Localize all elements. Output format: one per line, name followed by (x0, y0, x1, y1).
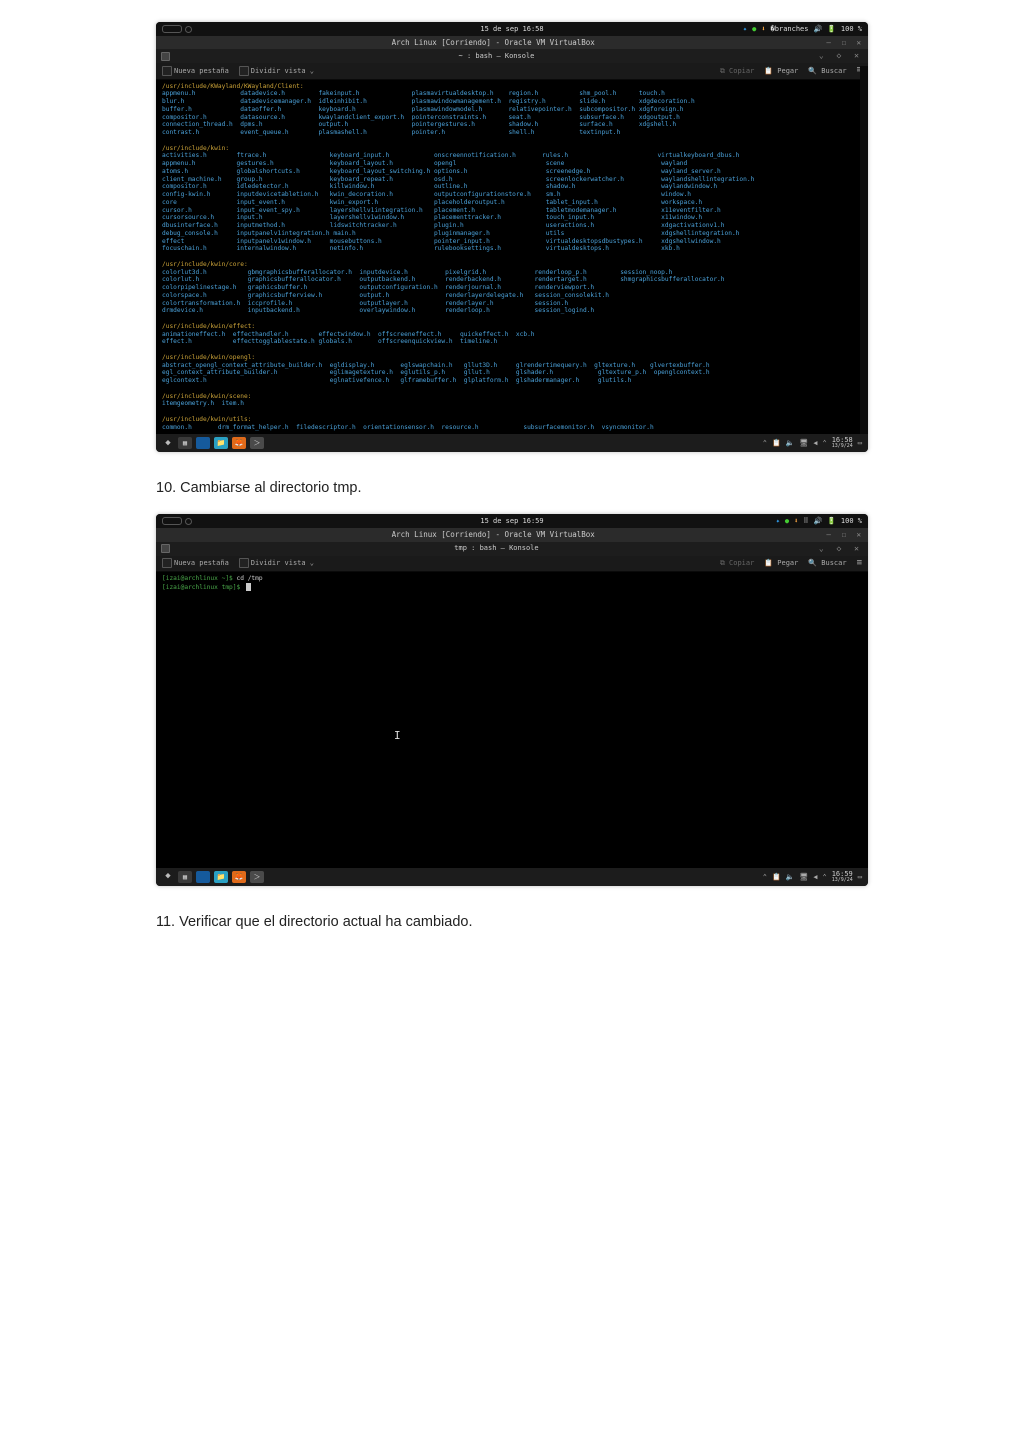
konsole-icon (161, 544, 170, 553)
copy-button[interactable]: ⧉ Copiar (720, 67, 755, 76)
paste-button[interactable]: 📋 Pegar (764, 559, 798, 568)
hamburger-icon[interactable]: ≡ (857, 558, 862, 569)
app-launcher-icon[interactable]: ◆ (162, 871, 174, 883)
panel-clock[interactable]: 15 de sep 16:59 (156, 517, 868, 526)
screenshot-cd-tmp: 15 de sep 16:59 ✦ ● ⬇ ⠿ 🔊 🔋 100 % Arch L… (156, 514, 868, 886)
konsole-toolbar: Nueva pestaña Dividir vista ⌄ ⧉ Copiar 📋… (156, 556, 868, 572)
app-launcher-icon[interactable]: ◆ (162, 437, 174, 449)
taskbar-clock[interactable]: 16:59 13/9/24 (832, 871, 853, 883)
vm-window-titlebar: Arch Linux [Corriendo] - Oracle VM Virtu… (156, 528, 868, 541)
kde-taskbar: ◆ ▦ 📁 🦊 ＞ ⌃ 📋 🔈 🖥 ◀ ⌃ 16:58 13/9/24 ▭ (156, 434, 868, 452)
terminal-scrollbar[interactable] (860, 66, 868, 434)
task-icon[interactable]: ▦ (178, 437, 192, 449)
show-desktop-icon[interactable]: ▭ (858, 873, 862, 882)
tray-volume-icon[interactable]: 🔈 (786, 873, 795, 882)
kde-taskbar: ◆ ▦ 📁 🦊 ＞ ⌃ 📋 🔈 🖥 ◀ ⌃ 16:59 13/9/24 ▭ (156, 868, 868, 886)
tray-display-icon[interactable]: 🖥 (799, 439, 808, 448)
prompt: [izai@archlinux tmp]$ (162, 584, 244, 591)
paste-button[interactable]: 📋 Pegar (764, 67, 798, 76)
taskbar-clock[interactable]: 16:58 13/9/24 (832, 437, 853, 449)
task-icon-firefox[interactable]: 🦊 (232, 437, 246, 449)
copy-button[interactable]: ⧉ Copiar (720, 559, 755, 568)
tray-volume-icon[interactable]: 🔈 (786, 439, 795, 448)
tray-network-icon[interactable]: ◀ (813, 873, 817, 882)
gnome-panel: 15 de sep 16:58 ✦ ● ⬇ �branches 🔊 🔋 100 … (156, 22, 868, 36)
tray-uparrow-icon[interactable]: ⌃ (763, 439, 767, 448)
gnome-panel: 15 de sep 16:59 ✦ ● ⬇ ⠿ 🔊 🔋 100 % (156, 514, 868, 528)
system-tray[interactable]: ⌃ 📋 🔈 🖥 ◀ ⌃ 16:58 13/9/24 ▭ (763, 437, 862, 449)
tab-icon (162, 558, 172, 568)
step-11-text: 11. Verificar que el directorio actual h… (156, 914, 868, 930)
vm-window-buttons[interactable]: — ☐ ✕ (826, 530, 864, 539)
tray-display-icon[interactable]: 🖥 (799, 873, 808, 882)
new-tab-button[interactable]: Nueva pestaña (162, 558, 229, 568)
konsole-window-buttons[interactable]: ⌄ ◇ ✕ (819, 51, 863, 61)
tray-uparrow-icon[interactable]: ⌃ (763, 873, 767, 882)
tab-icon (162, 66, 172, 76)
tray-clipboard-icon[interactable]: 📋 (772, 439, 781, 448)
konsole-titlebar: ~ : bash — Konsole ⌄ ◇ ✕ (156, 49, 868, 63)
task-icon-files[interactable]: 📁 (214, 871, 228, 883)
cursor-icon (246, 583, 251, 591)
new-tab-button[interactable]: Nueva pestaña (162, 66, 229, 76)
search-button[interactable]: 🔍 Buscar (808, 67, 846, 76)
konsole-title: tmp : bash — Konsole (174, 544, 819, 553)
konsole-window-buttons[interactable]: ⌄ ◇ ✕ (819, 544, 863, 554)
split-view-button[interactable]: Dividir vista ⌄ (239, 66, 314, 76)
vm-window-titlebar: Arch Linux [Corriendo] - Oracle VM Virtu… (156, 36, 868, 49)
system-tray[interactable]: ⌃ 📋 🔈 🖥 ◀ ⌃ 16:59 13/9/24 ▭ (763, 871, 862, 883)
task-icon[interactable] (196, 871, 210, 883)
split-icon (239, 66, 249, 76)
konsole-icon (161, 52, 170, 61)
split-icon (239, 558, 249, 568)
konsole-title: ~ : bash — Konsole (174, 52, 819, 61)
mouse-pointer-icon: I (394, 729, 401, 743)
search-button[interactable]: 🔍 Buscar (808, 559, 846, 568)
konsole-toolbar: Nueva pestaña Dividir vista ⌄ ⧉ Copiar 📋… (156, 63, 868, 79)
prompt: [izai@archlinux ~]$ (162, 575, 237, 582)
panel-clock[interactable]: 15 de sep 16:58 (156, 25, 868, 34)
command-cd: cd /tmp (237, 575, 263, 582)
tray-network-icon[interactable]: ◀ (813, 439, 817, 448)
split-view-button[interactable]: Dividir vista ⌄ (239, 558, 314, 568)
task-icon-konsole[interactable]: ＞ (250, 437, 264, 449)
vm-window-title: Arch Linux [Corriendo] - Oracle VM Virtu… (160, 38, 826, 47)
vm-window-buttons[interactable]: — ☐ ✕ (826, 38, 864, 47)
task-icon[interactable] (196, 437, 210, 449)
tray-clipboard-icon[interactable]: 📋 (772, 873, 781, 882)
screenshot-ls-output: 15 de sep 16:58 ✦ ● ⬇ �branches 🔊 🔋 100 … (156, 22, 868, 452)
task-icon[interactable]: ▦ (178, 871, 192, 883)
konsole-titlebar: tmp : bash — Konsole ⌄ ◇ ✕ (156, 542, 868, 556)
task-icon-konsole[interactable]: ＞ (250, 871, 264, 883)
step-10-text: 10. Cambiarse al directorio tmp. (156, 480, 868, 496)
show-desktop-icon[interactable]: ▭ (858, 439, 862, 448)
task-icon-firefox[interactable]: 🦊 (232, 871, 246, 883)
terminal-output[interactable]: /usr/include/KWayland/KWayland/Client: a… (156, 80, 868, 435)
terminal-output[interactable]: [izai@archlinux ~]$ cd /tmp [izai@archli… (156, 572, 868, 868)
vm-window-title: Arch Linux [Corriendo] - Oracle VM Virtu… (160, 530, 826, 539)
task-icon-files[interactable]: 📁 (214, 437, 228, 449)
